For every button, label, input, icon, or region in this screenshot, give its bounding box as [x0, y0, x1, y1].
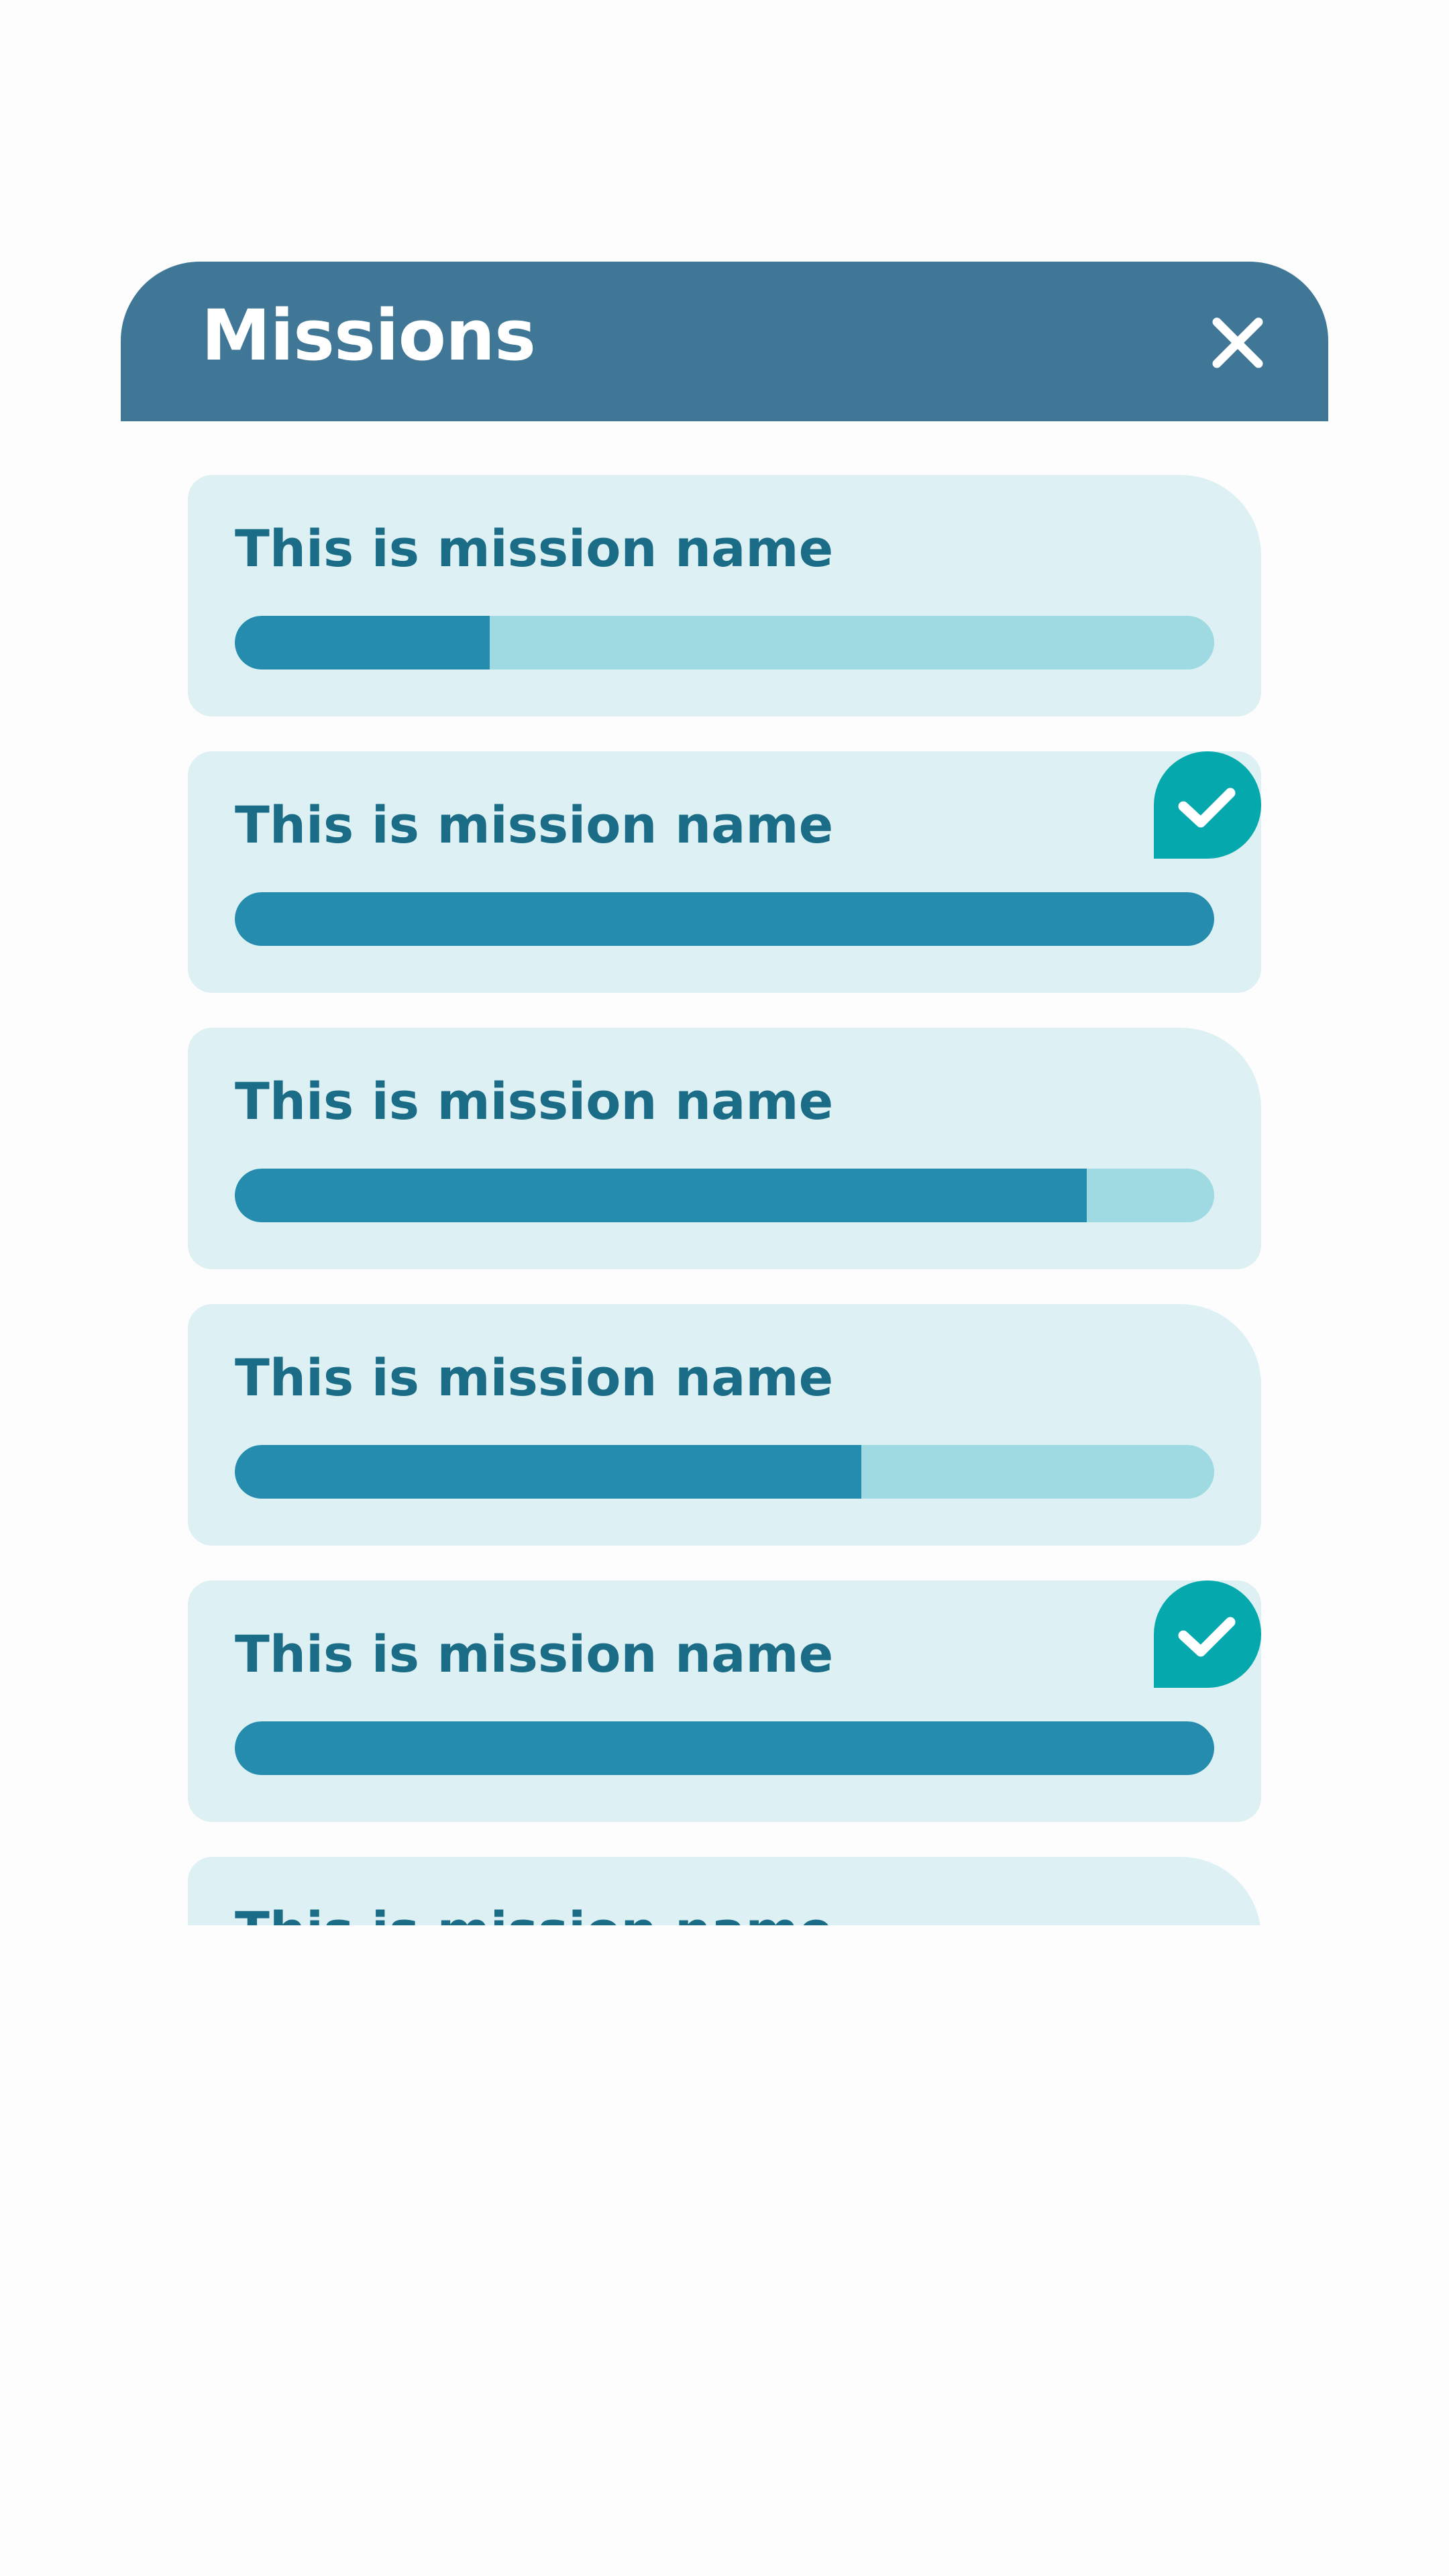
mission-progress-bar: [235, 892, 1214, 946]
mission-card[interactable]: This is mission name: [188, 1857, 1261, 1925]
close-icon: [1212, 317, 1263, 368]
mission-progress-fill: [235, 1721, 1214, 1775]
mission-progress-fill: [235, 1445, 862, 1499]
mission-card[interactable]: This is mission name: [188, 751, 1261, 993]
mission-progress-bar: [235, 616, 1214, 669]
mission-card[interactable]: This is mission name: [188, 1580, 1261, 1822]
mission-name: This is mission name: [235, 795, 834, 855]
check-icon: [1154, 1580, 1261, 1688]
mission-progress-fill: [235, 1169, 1087, 1222]
completed-badge: [1154, 751, 1261, 859]
mission-card[interactable]: This is mission name: [188, 475, 1261, 716]
mission-progress-bar: [235, 1721, 1214, 1775]
check-icon: [1154, 751, 1261, 859]
mission-progress-fill: [235, 892, 1214, 946]
close-button[interactable]: [1208, 313, 1268, 373]
completed-badge: [1154, 1580, 1261, 1688]
missions-list[interactable]: This is mission name This is mission nam…: [188, 475, 1261, 1925]
mission-name: This is mission name: [235, 1897, 833, 1925]
mission-name: This is mission name: [235, 1071, 834, 1131]
mission-name: This is mission name: [235, 519, 834, 578]
panel-header: Missions: [121, 262, 1328, 421]
mission-name: This is mission name: [235, 1624, 834, 1684]
missions-panel: Missions This is mission name This is mi…: [121, 262, 1328, 1925]
mission-card[interactable]: This is mission name: [188, 1304, 1261, 1546]
mission-progress-fill: [235, 616, 490, 669]
mission-progress-bar: [235, 1445, 1214, 1499]
mission-name: This is mission name: [235, 1348, 834, 1407]
mission-card[interactable]: This is mission name: [188, 1028, 1261, 1269]
panel-title: Missions: [201, 294, 536, 376]
mission-progress-bar: [235, 1169, 1214, 1222]
